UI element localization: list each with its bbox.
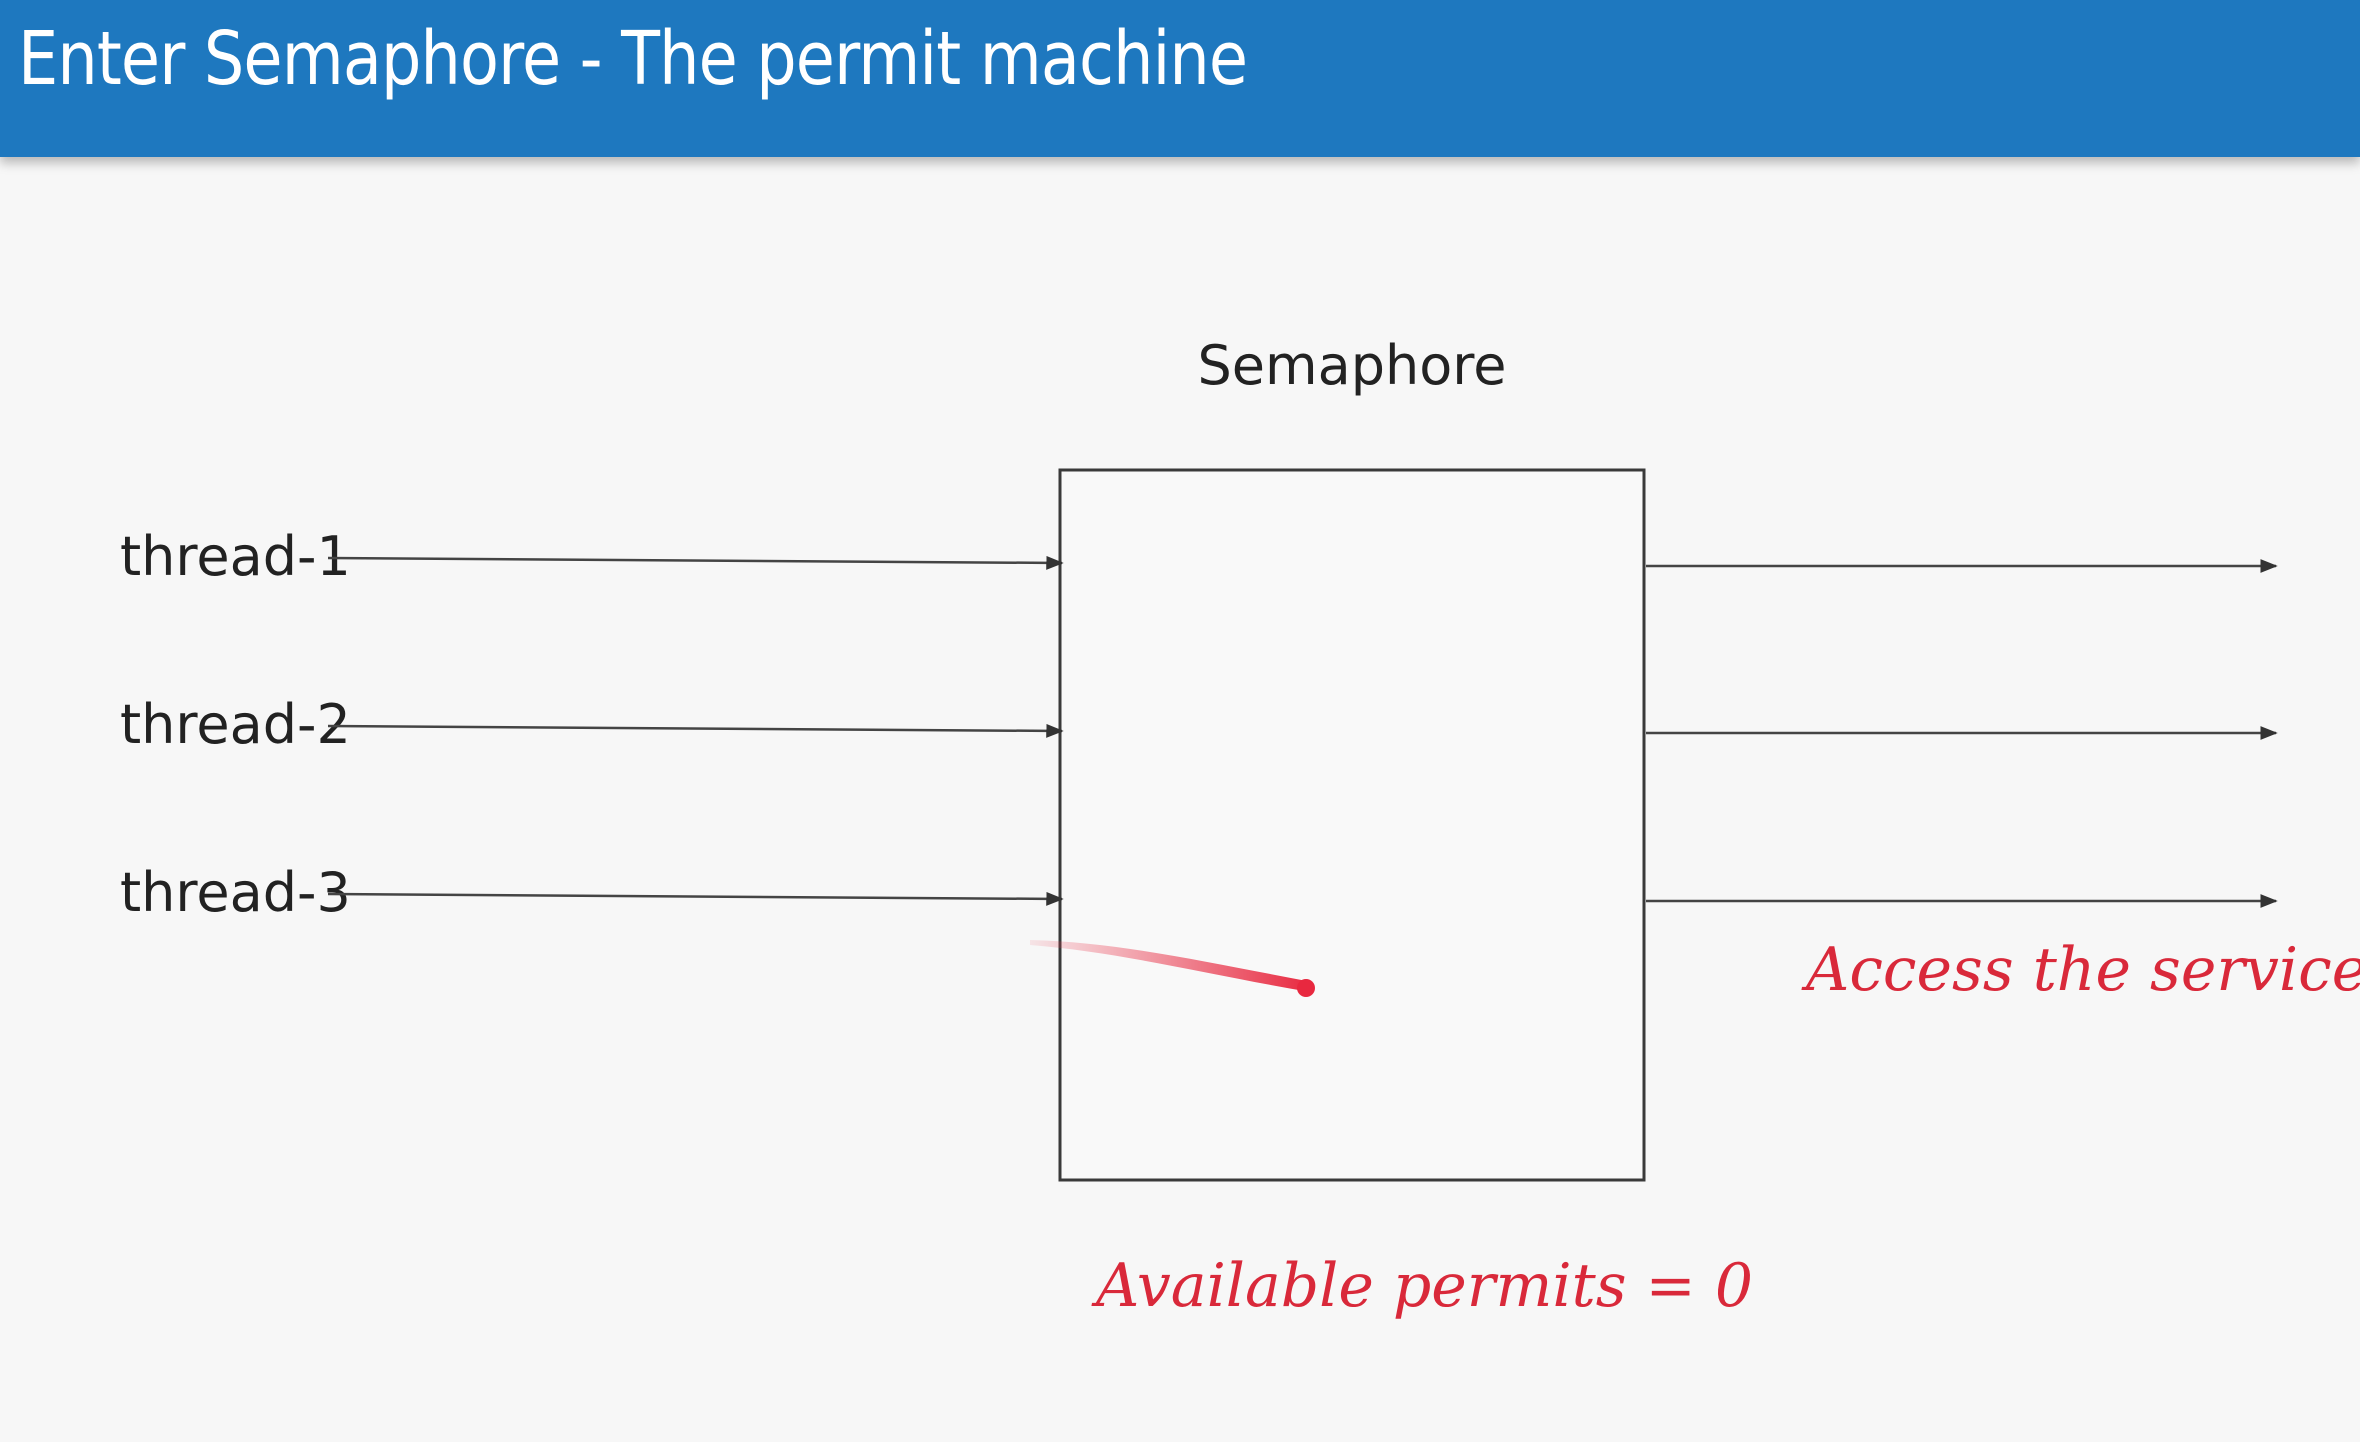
- thread-1-label: thread-1: [120, 525, 351, 588]
- semaphore-box: [1058, 468, 1646, 1182]
- slide: Enter Semaphore - The permit machine Sem…: [0, 0, 2360, 1442]
- semaphore-diagram: Semaphore thread-1 thread-2 thread-3 Acc…: [120, 334, 2360, 1321]
- thread-1-input-arrow: [327, 555, 1064, 570]
- thread-2-label: thread-2: [120, 693, 351, 756]
- available-permits-note: Available permits = 0: [1091, 1251, 1753, 1321]
- access-service-note: Access the service: [1801, 935, 2360, 1005]
- red-pen-stroke-end: [1297, 979, 1315, 997]
- thread-3-input-arrow: [327, 891, 1064, 906]
- thread-3-label: thread-3: [120, 861, 351, 924]
- thread-2-input-arrow: [327, 723, 1064, 738]
- semaphore-label: Semaphore: [1198, 334, 1507, 397]
